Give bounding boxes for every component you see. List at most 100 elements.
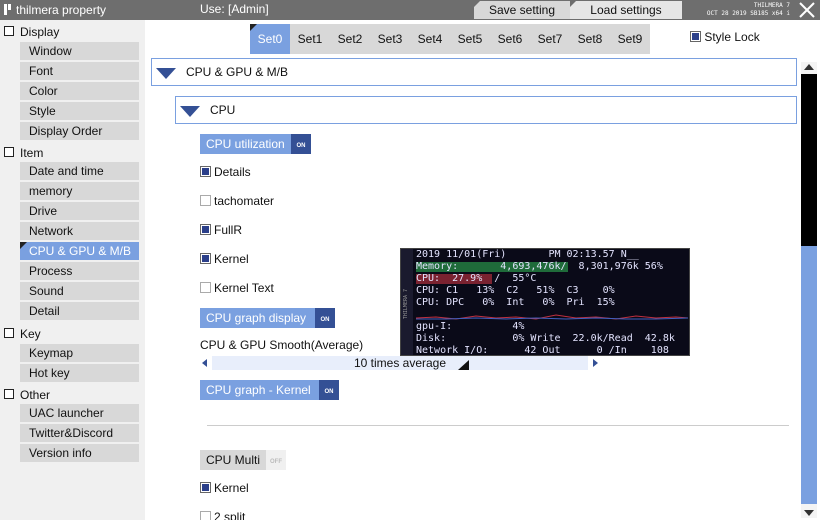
cpu-multi-off-toggle[interactable]: OFF xyxy=(266,450,286,470)
sidebar-item-font[interactable]: Font xyxy=(20,62,139,80)
build-info-line1: THILMERA 7 xyxy=(753,2,790,9)
tab-set8[interactable]: Set8 xyxy=(570,24,610,54)
scrollbar-track-dark[interactable] xyxy=(801,74,817,246)
cpu-utilization-on-toggle[interactable]: ON xyxy=(291,134,311,154)
tab-set9[interactable]: Set9 xyxy=(610,24,650,54)
cpu-graph-display-label: CPU graph display xyxy=(206,311,307,325)
section-cpu[interactable]: CPU xyxy=(175,96,797,124)
cpu-graph-display-on-toggle[interactable]: ON xyxy=(315,308,335,328)
checkbox-unchecked-icon[interactable] xyxy=(200,195,211,206)
multi-option-2-split[interactable]: 2 split xyxy=(200,510,245,520)
sidebar-item-window[interactable]: Window xyxy=(20,42,139,60)
option-details[interactable]: Details xyxy=(200,165,251,179)
option-label: tachomater xyxy=(214,194,275,208)
load-settings-button[interactable]: Load settings xyxy=(570,1,682,19)
sidebar-group-label: Key xyxy=(20,327,41,341)
multi-option-kernel[interactable]: Kernel xyxy=(200,481,249,495)
save-setting-button[interactable]: Save setting xyxy=(474,1,570,19)
checkbox-checked-icon[interactable] xyxy=(200,482,211,493)
sidebar-item-network[interactable]: Network xyxy=(20,222,139,240)
slider-track[interactable]: 10 times average xyxy=(212,356,588,370)
preview-side-strip: THILMERA 7 xyxy=(401,249,413,355)
tab-set0[interactable]: Set0 xyxy=(250,24,290,54)
sidebar-group-display[interactable]: Display xyxy=(0,22,145,42)
scroll-up-arrow-icon[interactable] xyxy=(804,64,814,70)
option-fullr[interactable]: FullR xyxy=(200,223,242,237)
checkbox-unchecked-icon[interactable] xyxy=(200,282,211,293)
option-tachomater[interactable]: tachomater xyxy=(200,194,274,208)
build-info: THILMERA 7 OCT 28 2019 SB185 x64 i xyxy=(700,2,790,18)
sidebar-item-style[interactable]: Style xyxy=(20,102,139,120)
sidebar-group-label: Other xyxy=(20,388,51,402)
section-cpu-gpu-mb[interactable]: CPU & GPU & M/B xyxy=(151,58,797,86)
sidebar-item-display-order[interactable]: Display Order xyxy=(20,122,139,140)
sidebar-item-drive[interactable]: Drive xyxy=(20,202,139,220)
cpu-utilization-header[interactable]: CPU utilization ON xyxy=(200,134,311,154)
sidebar-item-cpu-gpu-mb[interactable]: CPU & GPU & M/B xyxy=(20,242,139,260)
sidebar-item-process[interactable]: Process xyxy=(20,262,139,280)
tab-set2[interactable]: Set2 xyxy=(330,24,370,54)
scroll-down-arrow-icon[interactable] xyxy=(804,510,814,516)
option-kernel-text[interactable]: Kernel Text xyxy=(200,281,274,295)
sidebar-group-item[interactable]: Item xyxy=(0,143,145,163)
sidebar-item-version-info[interactable]: Version info xyxy=(20,444,139,462)
preview-line-memory: Memory: 4,693,476k/ 8,301,976k 56% xyxy=(416,261,663,272)
sidebar-item-hot-key[interactable]: Hot key xyxy=(20,364,139,382)
checkbox-unchecked-icon[interactable] xyxy=(200,511,211,520)
option-label: Kernel xyxy=(214,481,249,495)
checkbox-checked-icon[interactable] xyxy=(200,224,211,235)
slider-left-arrow-icon[interactable] xyxy=(202,359,207,367)
checkbox-checked-icon[interactable] xyxy=(200,253,211,264)
sidebar-item-memory[interactable]: memory xyxy=(20,182,139,200)
group-checkbox-icon[interactable] xyxy=(4,389,14,399)
sidebar-group-key[interactable]: Key xyxy=(0,324,145,344)
sidebar: Display Window Font Color Style Display … xyxy=(0,20,145,520)
sidebar-group-other[interactable]: Other xyxy=(0,385,145,405)
sidebar-item-color[interactable]: Color xyxy=(20,82,139,100)
sidebar-item-detail[interactable]: Detail xyxy=(20,302,139,320)
group-checkbox-icon[interactable] xyxy=(4,147,14,157)
checkbox-checked-icon[interactable] xyxy=(200,166,211,177)
sidebar-item-twitter-discord[interactable]: Twitter&Discord xyxy=(20,424,139,442)
tab-set5[interactable]: Set5 xyxy=(450,24,490,54)
slider-right-arrow-icon[interactable] xyxy=(593,359,598,367)
checkbox-checked-icon[interactable] xyxy=(690,31,701,42)
vertical-scrollbar[interactable] xyxy=(801,62,817,518)
tab-set6[interactable]: Set6 xyxy=(490,24,530,54)
group-checkbox-icon[interactable] xyxy=(4,328,14,338)
sidebar-item-date-and-time[interactable]: Date and time xyxy=(20,162,139,180)
preview-line-dpc: CPU: DPC 0% Int 0% Pri 15% xyxy=(416,297,615,308)
cpu-multi-header[interactable]: CPU Multi OFF xyxy=(200,450,286,470)
style-lock-checkbox[interactable]: Style Lock xyxy=(690,30,760,44)
group-checkbox-icon[interactable] xyxy=(4,26,14,36)
collapse-triangle-icon[interactable] xyxy=(180,106,200,117)
divider xyxy=(207,425,789,426)
cpu-graph-kernel-label: CPU graph - Kernel xyxy=(206,383,311,397)
preview-line-network: Network I/O: 42 Out 0 /In 108 xyxy=(416,345,669,356)
title-bar: thilmera property Use: [Admin] Save sett… xyxy=(0,0,820,20)
tab-set7[interactable]: Set7 xyxy=(530,24,570,54)
user-label: Use: [Admin] xyxy=(200,2,269,16)
cpu-graph-display-header[interactable]: CPU graph display ON xyxy=(200,308,335,328)
style-lock-label: Style Lock xyxy=(704,30,760,44)
option-label: 2 split xyxy=(214,510,246,520)
slider-thumb[interactable] xyxy=(458,360,469,370)
cpu-graph-kernel-header[interactable]: CPU graph - Kernel ON xyxy=(200,380,339,400)
option-label: Kernel xyxy=(214,252,249,266)
option-kernel[interactable]: Kernel xyxy=(200,252,249,266)
app-logo-icon xyxy=(4,4,12,15)
smooth-slider[interactable]: 10 times average xyxy=(202,356,598,370)
close-icon[interactable] xyxy=(797,1,817,19)
sidebar-item-uac-launcher[interactable]: UAC launcher xyxy=(20,404,139,422)
sidebar-item-keymap[interactable]: Keymap xyxy=(20,344,139,362)
sidebar-item-sound[interactable]: Sound xyxy=(20,282,139,300)
tab-set4[interactable]: Set4 xyxy=(410,24,450,54)
tab-set3[interactable]: Set3 xyxy=(370,24,410,54)
collapse-triangle-icon[interactable] xyxy=(156,68,176,79)
scrollbar-thumb[interactable] xyxy=(801,246,817,504)
smooth-label: CPU & GPU Smooth(Average) xyxy=(200,338,364,352)
cpu-graph-kernel-on-toggle[interactable]: ON xyxy=(319,380,339,400)
tab-set1[interactable]: Set1 xyxy=(290,24,330,54)
cpu-multi-label: CPU Multi xyxy=(206,453,261,467)
build-info-line2: OCT 28 2019 SB185 x64 i xyxy=(706,10,790,17)
